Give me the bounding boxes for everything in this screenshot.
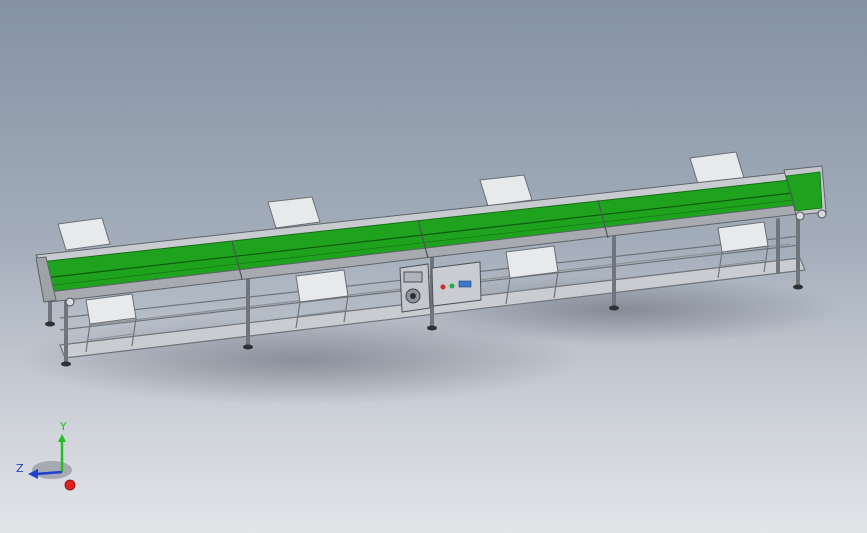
- control-box[interactable]: [431, 261, 482, 307]
- coordinate-triad: Y Z: [16, 420, 76, 491]
- y-axis-arrow-icon: [58, 434, 66, 442]
- indicator-green-icon: [449, 283, 455, 289]
- z-axis-label: Z: [16, 462, 24, 475]
- indicator-red-icon: [440, 284, 446, 290]
- x-axis-sphere-icon: [64, 479, 76, 491]
- control-display: [458, 280, 472, 288]
- conveyor-model[interactable]: Y Z: [0, 0, 867, 533]
- y-axis-label: Y: [59, 420, 67, 433]
- gear-motor: [399, 263, 431, 313]
- graphics-viewport[interactable]: Y Z: [0, 0, 867, 533]
